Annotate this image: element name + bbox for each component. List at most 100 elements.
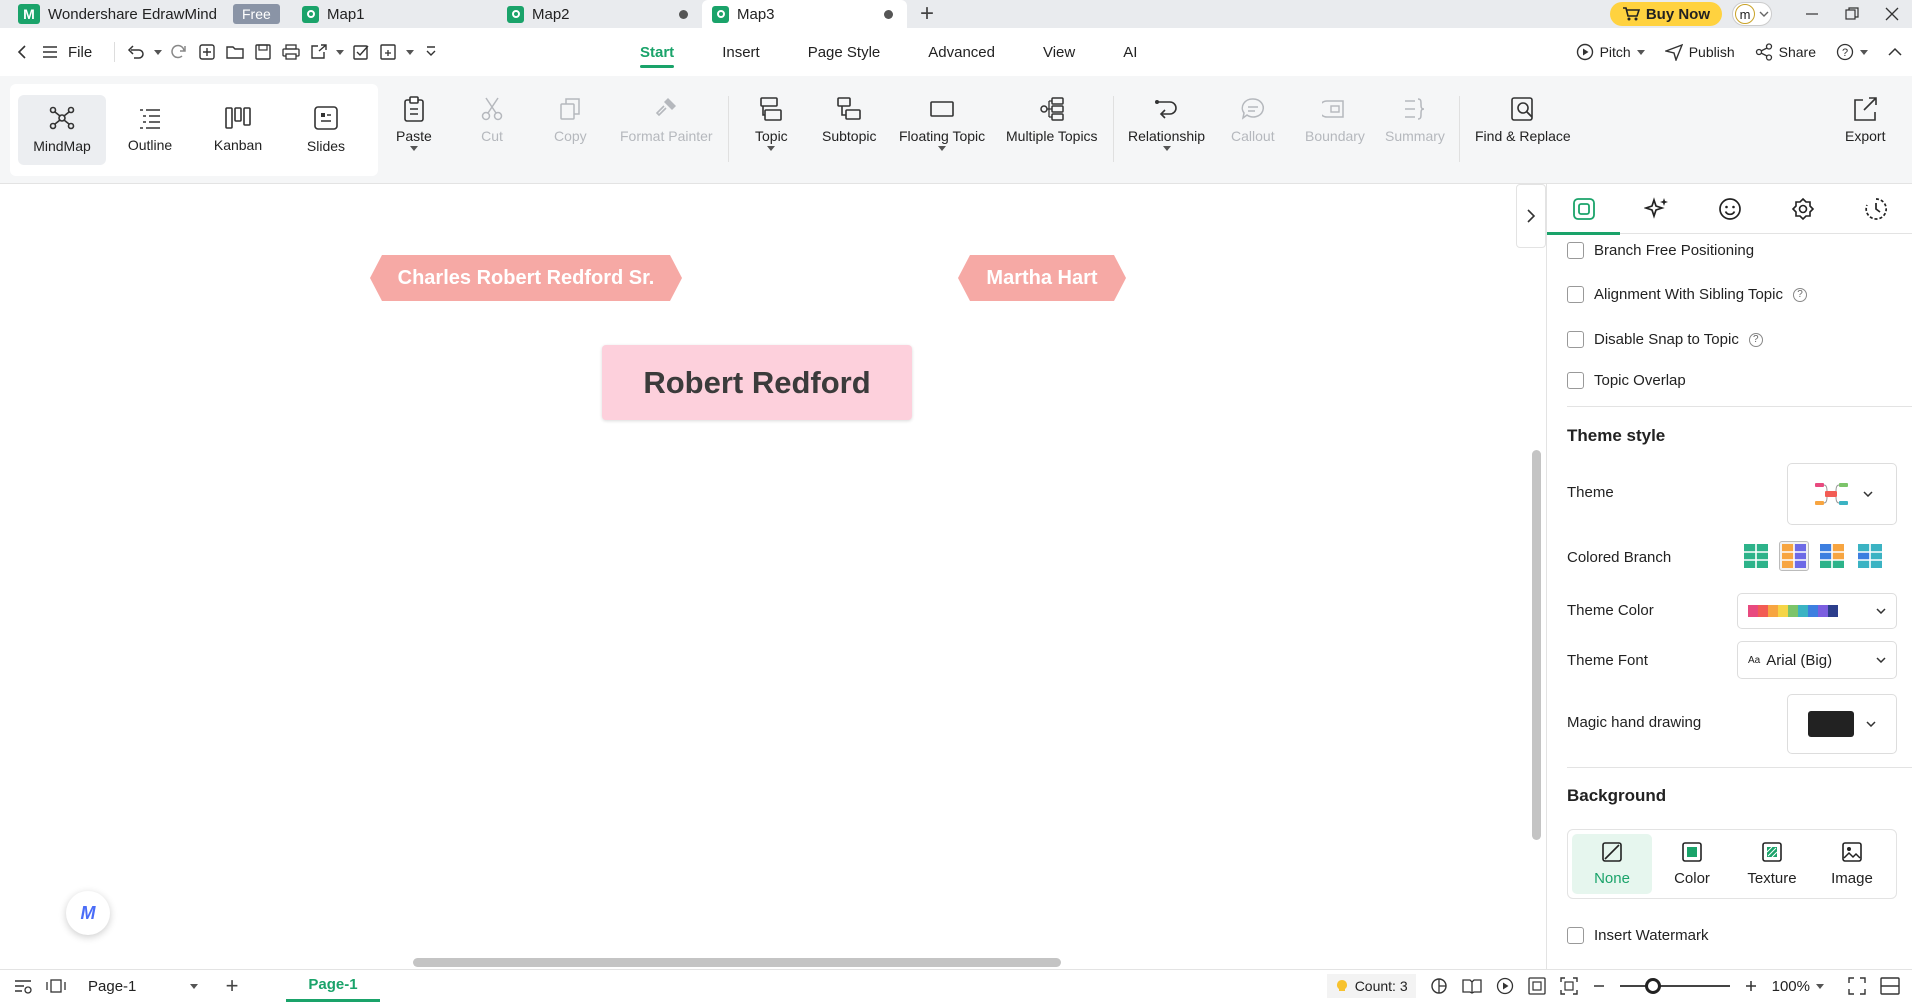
export-quick-button[interactable]: [305, 38, 333, 66]
panel-tab-page-format[interactable]: [1547, 184, 1620, 235]
undo-dropdown[interactable]: [151, 38, 165, 66]
summary-button[interactable]: Summary: [1385, 96, 1445, 144]
relationship-button[interactable]: Relationship: [1128, 96, 1205, 151]
floating-topic[interactable]: Martha Hart: [958, 255, 1126, 301]
boundary-button[interactable]: Boundary: [1305, 96, 1365, 144]
subtopic-button[interactable]: Subtopic: [822, 96, 876, 144]
task-button[interactable]: [347, 38, 375, 66]
magic-hand-dropdown[interactable]: [1787, 694, 1897, 754]
mindmap-canvas[interactable]: Charles Robert Redford Sr. Martha Hart R…: [0, 184, 1516, 969]
pitch-button[interactable]: Pitch: [1576, 43, 1645, 61]
branch-color-option[interactable]: [1855, 541, 1885, 571]
tab-page-style[interactable]: Page Style: [808, 28, 881, 76]
export-dropdown[interactable]: [333, 38, 347, 66]
undo-button[interactable]: [123, 38, 151, 66]
page-tab[interactable]: Page-1: [286, 970, 380, 1002]
restore-button[interactable]: [1832, 0, 1872, 28]
view-outline-button[interactable]: Outline: [106, 95, 194, 165]
page-panel-button[interactable]: [46, 979, 66, 993]
checkbox[interactable]: [1567, 927, 1584, 944]
view-kanban-button[interactable]: Kanban: [194, 95, 282, 165]
find-replace-button[interactable]: Find & Replace: [1475, 96, 1571, 144]
tab-advanced[interactable]: Advanced: [928, 28, 995, 76]
branch-color-option[interactable]: [1741, 541, 1771, 571]
option-alignment-sibling[interactable]: Alignment With Sibling Topic ?: [1567, 286, 1807, 303]
tab-insert[interactable]: Insert: [722, 28, 760, 76]
topic-button[interactable]: Topic: [755, 96, 788, 151]
cut-button[interactable]: Cut: [480, 96, 504, 144]
option-disable-snap[interactable]: Disable Snap to Topic ?: [1567, 331, 1763, 348]
branch-color-option[interactable]: [1779, 541, 1809, 571]
background-none-option[interactable]: None: [1572, 834, 1652, 894]
tab-view[interactable]: View: [1043, 28, 1075, 76]
paste-button[interactable]: Paste: [396, 96, 432, 151]
format-painter-button[interactable]: Format Painter: [620, 96, 713, 144]
export-button[interactable]: Export: [1845, 96, 1885, 144]
page-select[interactable]: Page-1: [84, 978, 202, 995]
tab-map3[interactable]: Map3: [702, 0, 907, 28]
multiple-topics-button[interactable]: Multiple Topics: [1006, 96, 1098, 144]
help-icon[interactable]: ?: [1792, 287, 1807, 302]
panel-tab-icons[interactable]: [1693, 184, 1766, 234]
zoom-level-select[interactable]: 100%: [1772, 978, 1824, 995]
add-page-button[interactable]: +: [218, 973, 246, 999]
panel-tab-ai[interactable]: [1620, 184, 1693, 234]
buy-now-button[interactable]: Buy Now: [1609, 2, 1722, 26]
checkbox[interactable]: [1567, 242, 1584, 259]
floating-topic[interactable]: Charles Robert Redford Sr.: [370, 255, 682, 301]
save-button[interactable]: [249, 38, 277, 66]
main-topic[interactable]: Robert Redford: [602, 345, 912, 420]
branch-color-option[interactable]: [1817, 541, 1847, 571]
close-window-button[interactable]: [1872, 0, 1912, 28]
share-button[interactable]: Share: [1755, 43, 1816, 61]
view-slides-button[interactable]: Slides: [282, 95, 370, 165]
theme-palette-icon[interactable]: [1430, 977, 1448, 995]
fit-width-icon[interactable]: [1559, 977, 1578, 995]
vertical-scrollbar[interactable]: [1532, 450, 1541, 840]
zoom-slider-thumb[interactable]: [1644, 978, 1661, 994]
ai-assistant-button[interactable]: M: [66, 891, 110, 935]
panel-tab-theme[interactable]: [1766, 184, 1839, 234]
horizontal-scrollbar[interactable]: [413, 958, 1061, 967]
collapse-ribbon-button[interactable]: [1888, 47, 1902, 57]
copy-button[interactable]: Copy: [554, 96, 587, 144]
fullscreen-icon[interactable]: [1848, 977, 1866, 995]
checkbox[interactable]: [1567, 286, 1584, 303]
outline-toggle-button[interactable]: [0, 978, 46, 994]
callout-button[interactable]: Callout: [1231, 96, 1275, 144]
unsaved-dot-icon[interactable]: [679, 10, 688, 19]
back-button[interactable]: [8, 38, 36, 66]
zoom-out-icon[interactable]: [1592, 979, 1606, 993]
tab-map1[interactable]: Map1: [292, 0, 497, 28]
theme-font-dropdown[interactable]: Aa Arial (Big): [1737, 641, 1897, 679]
redo-button[interactable]: [165, 38, 193, 66]
help-button[interactable]: ?: [1836, 43, 1868, 61]
checkbox[interactable]: [1567, 372, 1584, 389]
save-as-button[interactable]: [375, 38, 403, 66]
panel-tab-history[interactable]: [1839, 184, 1912, 234]
zoom-slider[interactable]: [1619, 978, 1730, 994]
hamburger-menu-button[interactable]: [36, 38, 64, 66]
theme-color-dropdown[interactable]: [1737, 593, 1897, 629]
fit-page-icon[interactable]: [1527, 977, 1546, 995]
checkbox[interactable]: [1567, 331, 1584, 348]
collapse-panel-button[interactable]: [1516, 184, 1546, 248]
file-menu[interactable]: File: [68, 44, 92, 61]
publish-button[interactable]: Publish: [1664, 43, 1735, 61]
new-tab-button[interactable]: +: [907, 0, 947, 28]
side-panel-toggle-icon[interactable]: [1880, 977, 1900, 995]
book-view-icon[interactable]: [1461, 978, 1482, 994]
option-topic-overlap[interactable]: Topic Overlap: [1567, 372, 1686, 389]
floating-topic-button[interactable]: Floating Topic: [899, 96, 985, 151]
print-button[interactable]: [277, 38, 305, 66]
tab-map2[interactable]: Map2: [497, 0, 702, 28]
option-insert-watermark[interactable]: Insert Watermark: [1567, 927, 1708, 944]
tab-start[interactable]: Start: [640, 28, 675, 76]
minimize-button[interactable]: [1792, 0, 1832, 28]
account-avatar[interactable]: m: [1732, 2, 1772, 26]
theme-dropdown[interactable]: [1787, 463, 1897, 525]
option-branch-free-positioning[interactable]: Branch Free Positioning: [1567, 242, 1754, 259]
tab-ai[interactable]: AI: [1123, 28, 1137, 76]
help-icon[interactable]: ?: [1748, 332, 1763, 347]
customize-toolbar-button[interactable]: [417, 38, 445, 66]
